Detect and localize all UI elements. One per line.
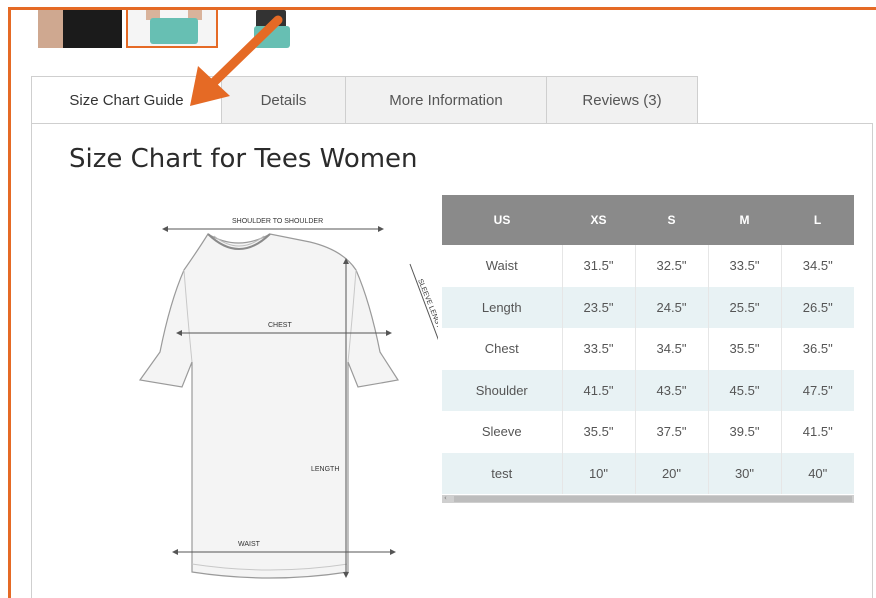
tshirt-measurement-diagram: SHOULDER TO SHOULDER SLEEVE LENGTH CHEST…: [108, 212, 438, 592]
thumbnail-shorts: [150, 18, 198, 44]
table-cell: 23.5": [562, 286, 636, 328]
arrowhead: [162, 226, 168, 232]
table-row: test 10" 20" 30" 40": [442, 452, 854, 494]
table-cell: 45.5": [708, 369, 782, 411]
row-label: test: [442, 452, 563, 494]
chest-label: CHEST: [268, 322, 292, 329]
table-cell: 24.5": [635, 286, 709, 328]
table-cell: 26.5": [781, 286, 854, 328]
column-header-us: US: [442, 195, 562, 245]
row-label: Length: [442, 286, 563, 328]
column-header-s: S: [635, 195, 708, 245]
table-cell: 47.5": [781, 369, 854, 411]
sleeve-label: SLEEVE LENGTH: [416, 278, 438, 334]
arrowhead: [172, 549, 178, 555]
frame-left-border: [8, 7, 11, 598]
column-header-m: M: [708, 195, 781, 245]
arrowhead: [386, 330, 392, 336]
table-cell: 10": [562, 452, 636, 494]
table-cell: 41.5": [562, 369, 636, 411]
column-header-l: L: [781, 195, 854, 245]
table-cell: 36.5": [802, 341, 833, 357]
table-row: Waist 31.5" 32.5" 33.5" 34.5": [442, 245, 854, 287]
table-cell: 41.5": [802, 424, 833, 440]
arrowhead: [343, 572, 349, 578]
table-row: Sleeve 35.5" 37.5" 39.5" 41.5": [442, 411, 854, 453]
product-thumbnail-1[interactable]: [38, 10, 122, 48]
table-cell: 34.5": [635, 328, 709, 370]
table-cell: 39.5": [708, 411, 782, 453]
table-cell: 35.5": [562, 411, 636, 453]
thumbnail-shorts: [254, 26, 290, 48]
table-cell: 35.5": [708, 328, 782, 370]
tab-details[interactable]: Details: [221, 76, 345, 124]
table-cell: 25.5": [708, 286, 782, 328]
scroll-left-icon[interactable]: ‹: [444, 494, 447, 502]
tab-more-information[interactable]: More Information: [345, 76, 546, 124]
tab-size-chart-guide[interactable]: Size Chart Guide: [31, 76, 221, 124]
length-label: LENGTH: [311, 466, 339, 473]
table-cell: 33.5": [562, 328, 636, 370]
table-row: Length 23.5" 24.5" 25.5" 26.5": [442, 286, 854, 328]
table-cell: 37.5": [635, 411, 709, 453]
arrowhead: [378, 226, 384, 232]
row-label: Shoulder: [442, 369, 563, 411]
product-tabs: Size Chart Guide Details More Informatio…: [31, 76, 698, 124]
size-chart-title: Size Chart for Tees Women: [69, 144, 418, 174]
product-thumbnail-3[interactable]: [250, 10, 296, 48]
row-label: Waist: [442, 245, 563, 287]
tab-panel-size-chart: Size Chart for Tees Women SHOULDER TO SH…: [31, 123, 873, 598]
product-thumbnail-2[interactable]: [126, 10, 218, 48]
table-cell: 30": [708, 452, 782, 494]
table-cell: 40": [781, 452, 854, 494]
table-cell: 34.5": [802, 258, 833, 274]
table-cell: 20": [635, 452, 709, 494]
row-label: Sleeve: [442, 411, 563, 453]
tab-reviews[interactable]: Reviews (3): [546, 76, 698, 124]
scrollbar-thumb[interactable]: [454, 496, 852, 502]
column-header-xs: XS: [562, 195, 635, 245]
table-cell: 33.5": [708, 245, 782, 287]
table-horizontal-scrollbar[interactable]: ‹: [442, 494, 854, 503]
table-row: Shoulder 41.5" 43.5" 45.5" 47.5": [442, 369, 854, 411]
table-row: Chest 33.5" 34.5" 35.5" 36.5": [442, 328, 854, 370]
table-cell: 43.5": [635, 369, 709, 411]
waist-label: WAIST: [238, 541, 261, 548]
tshirt-shape: [138, 233, 399, 579]
table-header-row: US XS S M L: [442, 195, 854, 245]
arrowhead: [390, 549, 396, 555]
shoulder-label: SHOULDER TO SHOULDER: [232, 218, 323, 225]
row-label: Chest: [442, 328, 563, 370]
table-cell: 31.5": [562, 245, 636, 287]
table-cell: 32.5": [635, 245, 709, 287]
tshirt-diagram-svg: SHOULDER TO SHOULDER SLEEVE LENGTH CHEST…: [138, 218, 438, 579]
size-chart-table: US XS S M L Waist 31.5" 32.5" 33.5" 34.5…: [442, 195, 854, 494]
